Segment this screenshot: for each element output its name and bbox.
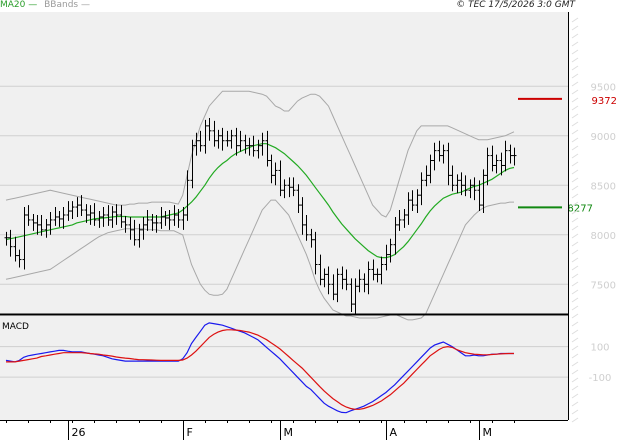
month-label: A: [390, 426, 398, 439]
macd-panel-bg: [0, 316, 568, 420]
legend-ma20: MA20: [0, 0, 26, 10]
price-tick-label: 8500: [591, 181, 616, 192]
macd-panel-label: MACD: [2, 322, 29, 332]
copyright-timestamp: © TEC 17/5/2026 3:0 GMT: [456, 0, 575, 10]
chart-area: 9372 8277 7500 8000 8500 9000 9500 100 -100 26 F M…: [0, 0, 627, 440]
month-label: M: [483, 426, 493, 439]
macd-tick-label: 100: [590, 343, 609, 354]
month-label: 26: [72, 426, 86, 439]
month-label: F: [187, 426, 193, 439]
price-macd-chart: 9372 8277 7500 8000 8500 9000 9500 100 -100 26 F M…: [0, 0, 627, 440]
price-tick-label: 9000: [591, 132, 616, 143]
price-tick-label: 8000: [591, 231, 616, 242]
price-tick-label: 9500: [591, 82, 616, 93]
price-tick-label: 7500: [591, 280, 616, 291]
price-panel-bg: [0, 12, 568, 314]
chart-legend: MA20 — BBands —: [0, 0, 90, 10]
macd-tick-label: -100: [589, 373, 612, 384]
support-label: 8277: [568, 203, 593, 214]
legend-bbands: BBands: [44, 0, 79, 10]
month-label: M: [284, 426, 294, 439]
resistance-label: 9372: [592, 96, 617, 107]
